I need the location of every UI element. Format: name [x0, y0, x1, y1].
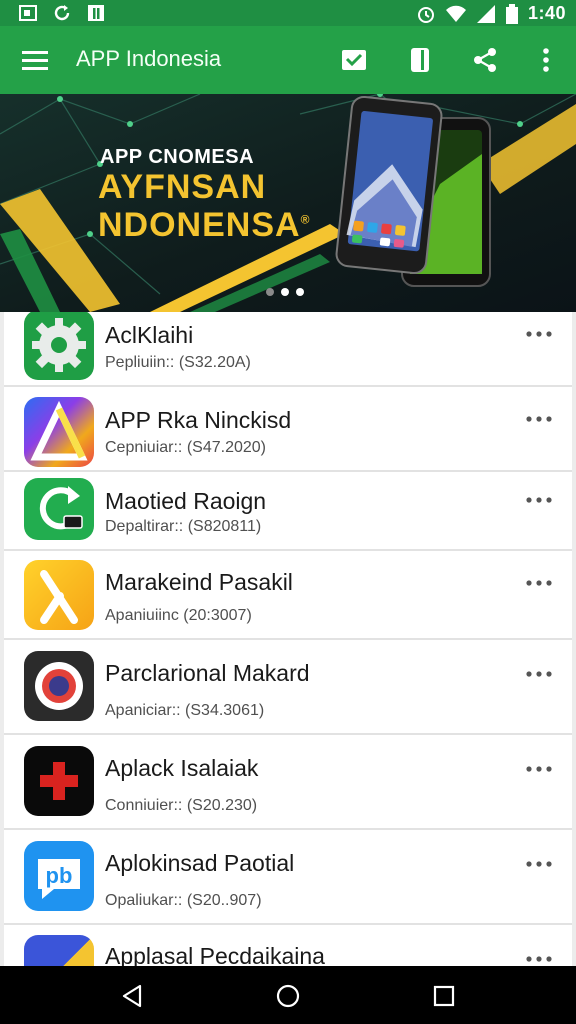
status-time: 1:40 — [527, 3, 566, 23]
app-subtitle: Apaniciar:: (S34.3061) — [105, 702, 265, 719]
notification-icon — [88, 5, 104, 21]
share-button[interactable] — [467, 42, 503, 78]
sync-icon — [54, 5, 70, 21]
target-icon — [24, 651, 94, 721]
check-box-icon — [342, 50, 366, 70]
svg-text:pb: pb — [46, 863, 73, 888]
carousel-dot[interactable] — [296, 288, 304, 296]
app-subtitle: Pepliuiin:: (S32.20A) — [105, 354, 251, 371]
app-name: Marakeind Pasakil — [105, 569, 293, 595]
banner-headline-1: AYFNSAN — [98, 168, 267, 206]
banner-decoration — [0, 94, 576, 312]
app-name: Maotied Raoign — [105, 488, 267, 514]
gear-icon — [24, 312, 94, 380]
delta-logo-icon — [24, 397, 94, 467]
list-item[interactable]: pb Aplokinsad Paotial Opaliukar:: (S20..… — [4, 830, 572, 925]
phone-button[interactable] — [402, 42, 438, 78]
app-name: Aplokinsad Paotial — [105, 850, 295, 876]
banner-tagline: APP CNOMESA — [100, 146, 255, 168]
carousel-dot-active[interactable] — [281, 288, 289, 296]
more-horiz-icon[interactable] — [524, 759, 554, 779]
list-item[interactable]: AclKlaihi Pepliuiin:: (S32.20A) — [4, 312, 572, 387]
alarm-icon — [417, 6, 434, 23]
list-item[interactable]: Aplack Isalaiak Conniuier:: (S20.230) — [4, 735, 572, 830]
more-vert-icon — [543, 48, 549, 72]
phone-icon — [411, 48, 429, 72]
list-item[interactable]: Parclarional Makard Apaniciar:: (S34.306… — [4, 640, 572, 735]
list-item[interactable]: Applasal Pecdaikaina — [4, 925, 572, 966]
chat-bubble-icon: pb — [24, 841, 94, 911]
signal-icon — [476, 4, 495, 23]
refresh-chat-icon — [24, 478, 94, 540]
more-horiz-icon[interactable] — [524, 409, 554, 429]
menu-icon[interactable] — [18, 46, 54, 74]
list-item[interactable]: Maotied Raoign Depaltirar:: (S820811) — [4, 472, 572, 551]
promo-banner[interactable]: APP CNOMESA AYFNSAN NDONENSA® — [0, 94, 576, 312]
more-horiz-icon[interactable] — [524, 490, 554, 510]
screenshot-icon — [19, 5, 37, 21]
wifi-icon — [445, 5, 466, 22]
app-name: Aplack Isalaiak — [105, 755, 259, 781]
lambda-icon — [24, 560, 94, 630]
app-subtitle: Cepniuiar:: (S47.2020) — [105, 439, 266, 456]
list-item[interactable]: APP Rka Ninckisd Cepniuiar:: (S47.2020) — [4, 387, 572, 472]
phone-illustration-front — [335, 95, 443, 275]
carousel-dot[interactable] — [266, 288, 274, 296]
more-horiz-icon[interactable] — [524, 573, 554, 593]
more-horiz-icon[interactable] — [524, 949, 554, 966]
carousel-indicator[interactable] — [266, 288, 304, 296]
share-icon — [474, 48, 496, 72]
more-vert-button[interactable] — [528, 42, 564, 78]
app-bar: APP Indonesia — [0, 26, 576, 94]
back-icon[interactable] — [116, 980, 148, 1012]
app-name: Applasal Pecdaikaina — [105, 943, 325, 966]
app-name: APP Rka Ninckisd — [105, 407, 292, 433]
plus-cross-icon — [24, 746, 94, 816]
status-bar: 1:40 — [0, 0, 576, 26]
battery-icon — [505, 3, 518, 24]
app-title: APP Indonesia — [76, 46, 222, 71]
app-subtitle: Opaliukar:: (S20..907) — [105, 892, 262, 909]
app-subtitle: Conniuier:: (S20.230) — [105, 797, 258, 814]
recents-icon[interactable] — [428, 980, 460, 1012]
more-horiz-icon[interactable] — [524, 664, 554, 684]
more-horiz-icon[interactable] — [524, 854, 554, 874]
stripe-logo-icon — [24, 935, 94, 966]
list-item[interactable]: Marakeind Pasakil Apaniuiinc (20:3007) — [4, 551, 572, 640]
app-subtitle: Apaniuiinc (20:3007) — [105, 607, 252, 624]
app-name: Parclarional Makard — [105, 660, 310, 686]
check-box-button[interactable] — [336, 42, 372, 78]
app-list[interactable]: AclKlaihi Pepliuiin:: (S32.20A) APP Rka … — [4, 312, 572, 966]
more-horiz-icon[interactable] — [524, 324, 554, 344]
navigation-bar — [0, 966, 576, 1024]
banner-headline-2: NDONENSA® — [98, 206, 311, 244]
home-icon[interactable] — [272, 980, 304, 1012]
app-subtitle: Depaltirar:: (S820811) — [105, 518, 262, 535]
app-name: AclKlaihi — [105, 322, 194, 348]
